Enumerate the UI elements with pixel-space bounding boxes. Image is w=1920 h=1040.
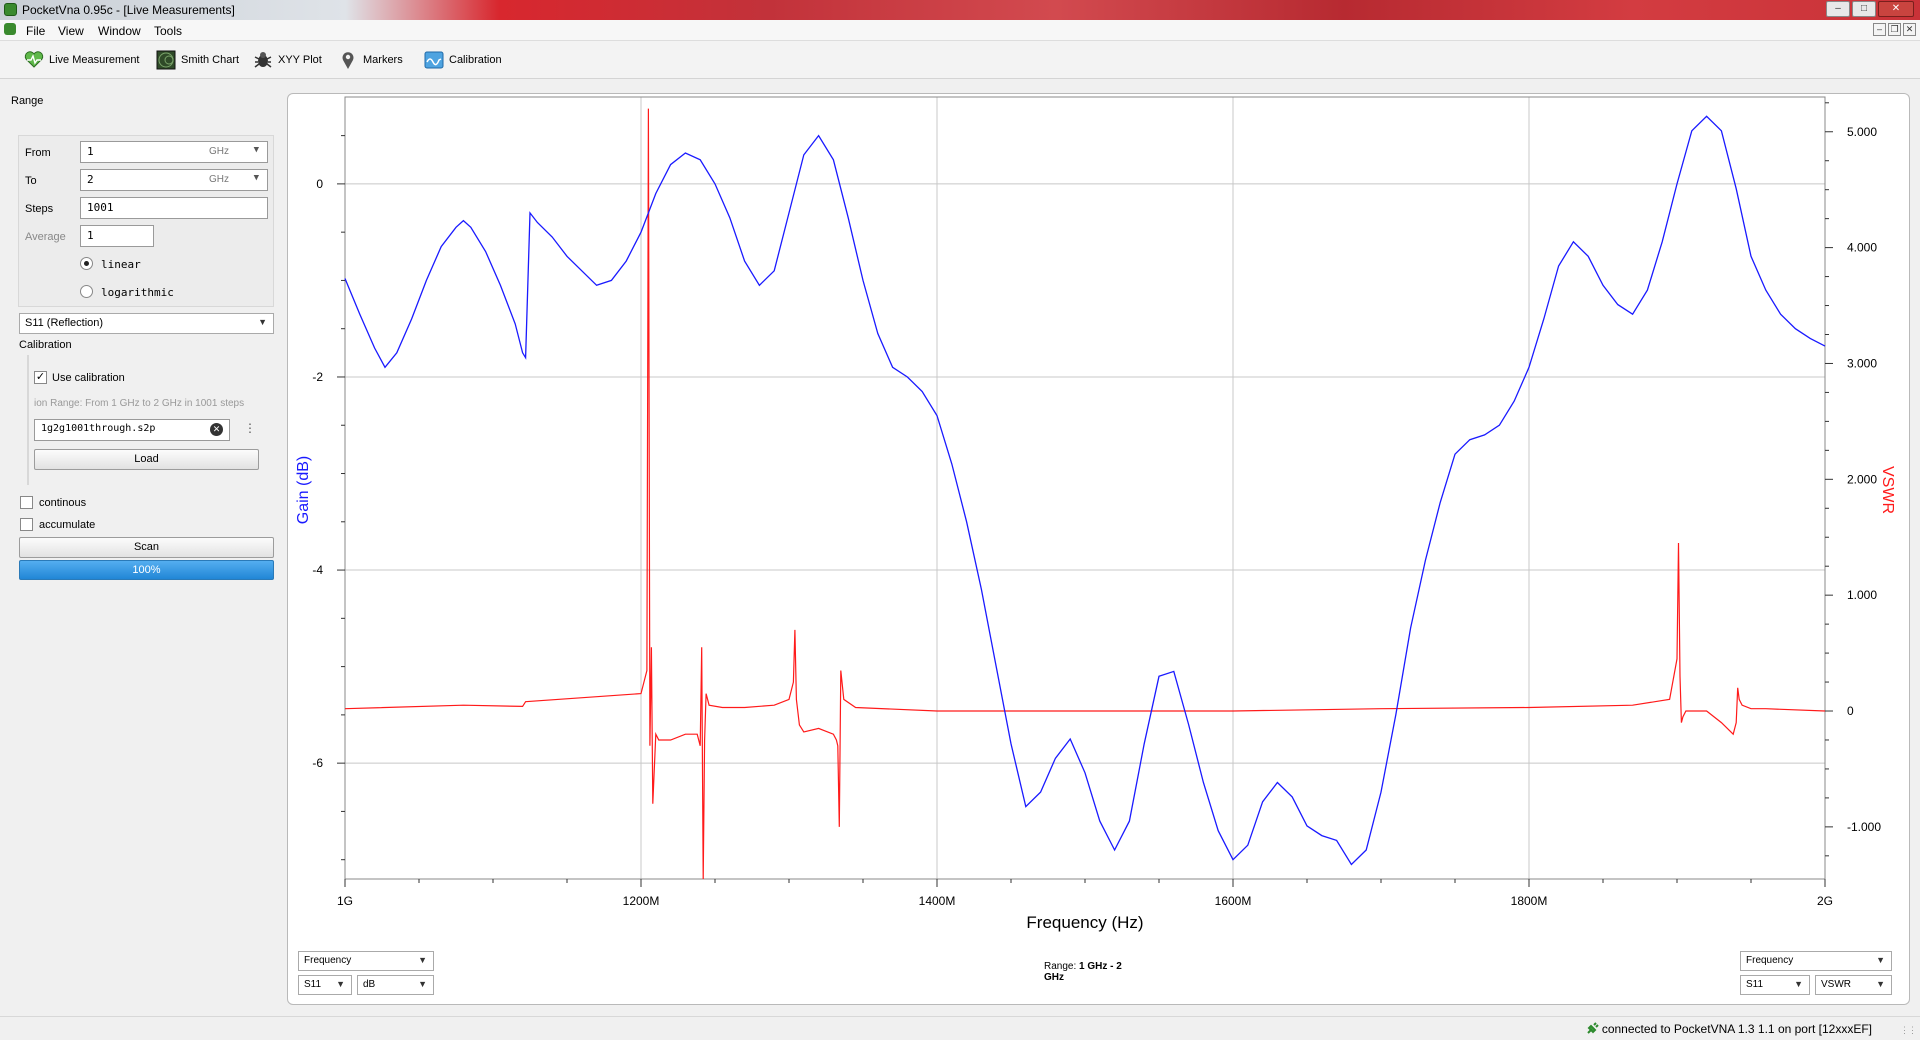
y-right-tick-label: 5.000 — [1847, 125, 1877, 139]
y-axis-left-title: Gain (dB) — [295, 456, 312, 524]
left-param-value: S11 — [304, 979, 322, 990]
plot-area-border — [344, 96, 1826, 880]
y-left-tick-label: -6 — [312, 756, 323, 770]
y-right-tick-label: 0 — [1847, 704, 1854, 718]
y-right-tick-label: -1.000 — [1847, 820, 1881, 834]
left-x-axis-value: Frequency — [304, 955, 352, 966]
plug-connected-icon — [1587, 1022, 1599, 1034]
y-right-tick-label: 2.000 — [1847, 472, 1877, 486]
xyy-plot[interactable]: 1G 1200M 1400M 1600M 1800M 2G 0 -2 -4 -6 5.000 4.… — [0, 0, 1920, 1040]
x-axis: 1G 1200M 1400M 1600M 1800M 2G — [337, 879, 1833, 908]
x-tick-label: 2G — [1817, 894, 1833, 908]
right-x-axis-value: Frequency — [1746, 955, 1794, 966]
y-axis-left: 0 -2 -4 -6 — [312, 135, 345, 861]
y-right-tick-label: 3.000 — [1847, 356, 1877, 370]
left-x-axis-select[interactable]: Frequency ▼ — [298, 951, 434, 971]
series-line-gain — [344, 115, 1826, 866]
x-tick-label: 1400M — [919, 894, 956, 908]
right-unit-select[interactable]: VSWR ▼ — [1815, 975, 1892, 995]
x-tick-label: 1200M — [623, 894, 660, 908]
y-axis-right-title: VSWR — [1879, 466, 1896, 514]
connection-status: connected to PocketVNA 1.3 1.1 on port [… — [1601, 1022, 1872, 1036]
x-axis-title: Frequency (Hz) — [1026, 913, 1143, 932]
chevron-down-icon: ▼ — [1876, 979, 1885, 989]
left-unit-select[interactable]: dB ▼ — [357, 975, 434, 995]
y-right-tick-label: 1.000 — [1847, 588, 1877, 602]
status-bar: connected to PocketVNA 1.3 1.1 on port [… — [0, 1016, 1920, 1040]
range-summary-label: Range: — [1044, 961, 1077, 972]
x-tick-label: 1600M — [1215, 894, 1252, 908]
range-summary-unit: GHz — [1044, 972, 1064, 983]
range-summary-value: 1 GHz - 2 — [1079, 961, 1122, 972]
y-left-tick-label: -2 — [312, 370, 323, 384]
plot-grid — [345, 97, 1825, 879]
right-unit-value: VSWR — [1821, 979, 1851, 990]
resize-grip-icon[interactable]: ⋮⋮ — [1900, 1025, 1917, 1036]
y-right-tick-label: 4.000 — [1847, 241, 1877, 255]
range-summary: Range: 1 GHz - 2 GHz — [1044, 961, 1122, 983]
chevron-down-icon: ▼ — [418, 955, 427, 965]
left-param-select[interactable]: S11 ▼ — [298, 975, 352, 995]
y-left-tick-label: 0 — [316, 177, 323, 191]
chevron-down-icon: ▼ — [1794, 979, 1803, 989]
right-x-axis-select[interactable]: Frequency ▼ — [1740, 951, 1892, 971]
right-param-select[interactable]: S11 ▼ — [1740, 975, 1810, 995]
y-axis-right: 5.000 4.000 3.000 2.000 1.000 0 -1.000 — [1825, 102, 1881, 857]
x-tick-label: 1800M — [1511, 894, 1548, 908]
right-param-value: S11 — [1746, 979, 1764, 990]
x-tick-label: 1G — [337, 894, 353, 908]
chevron-down-icon: ▼ — [418, 979, 427, 989]
left-unit-value: dB — [363, 979, 376, 990]
y-left-tick-label: -4 — [312, 563, 323, 577]
chevron-down-icon: ▼ — [1876, 955, 1885, 965]
chevron-down-icon: ▼ — [336, 979, 345, 989]
